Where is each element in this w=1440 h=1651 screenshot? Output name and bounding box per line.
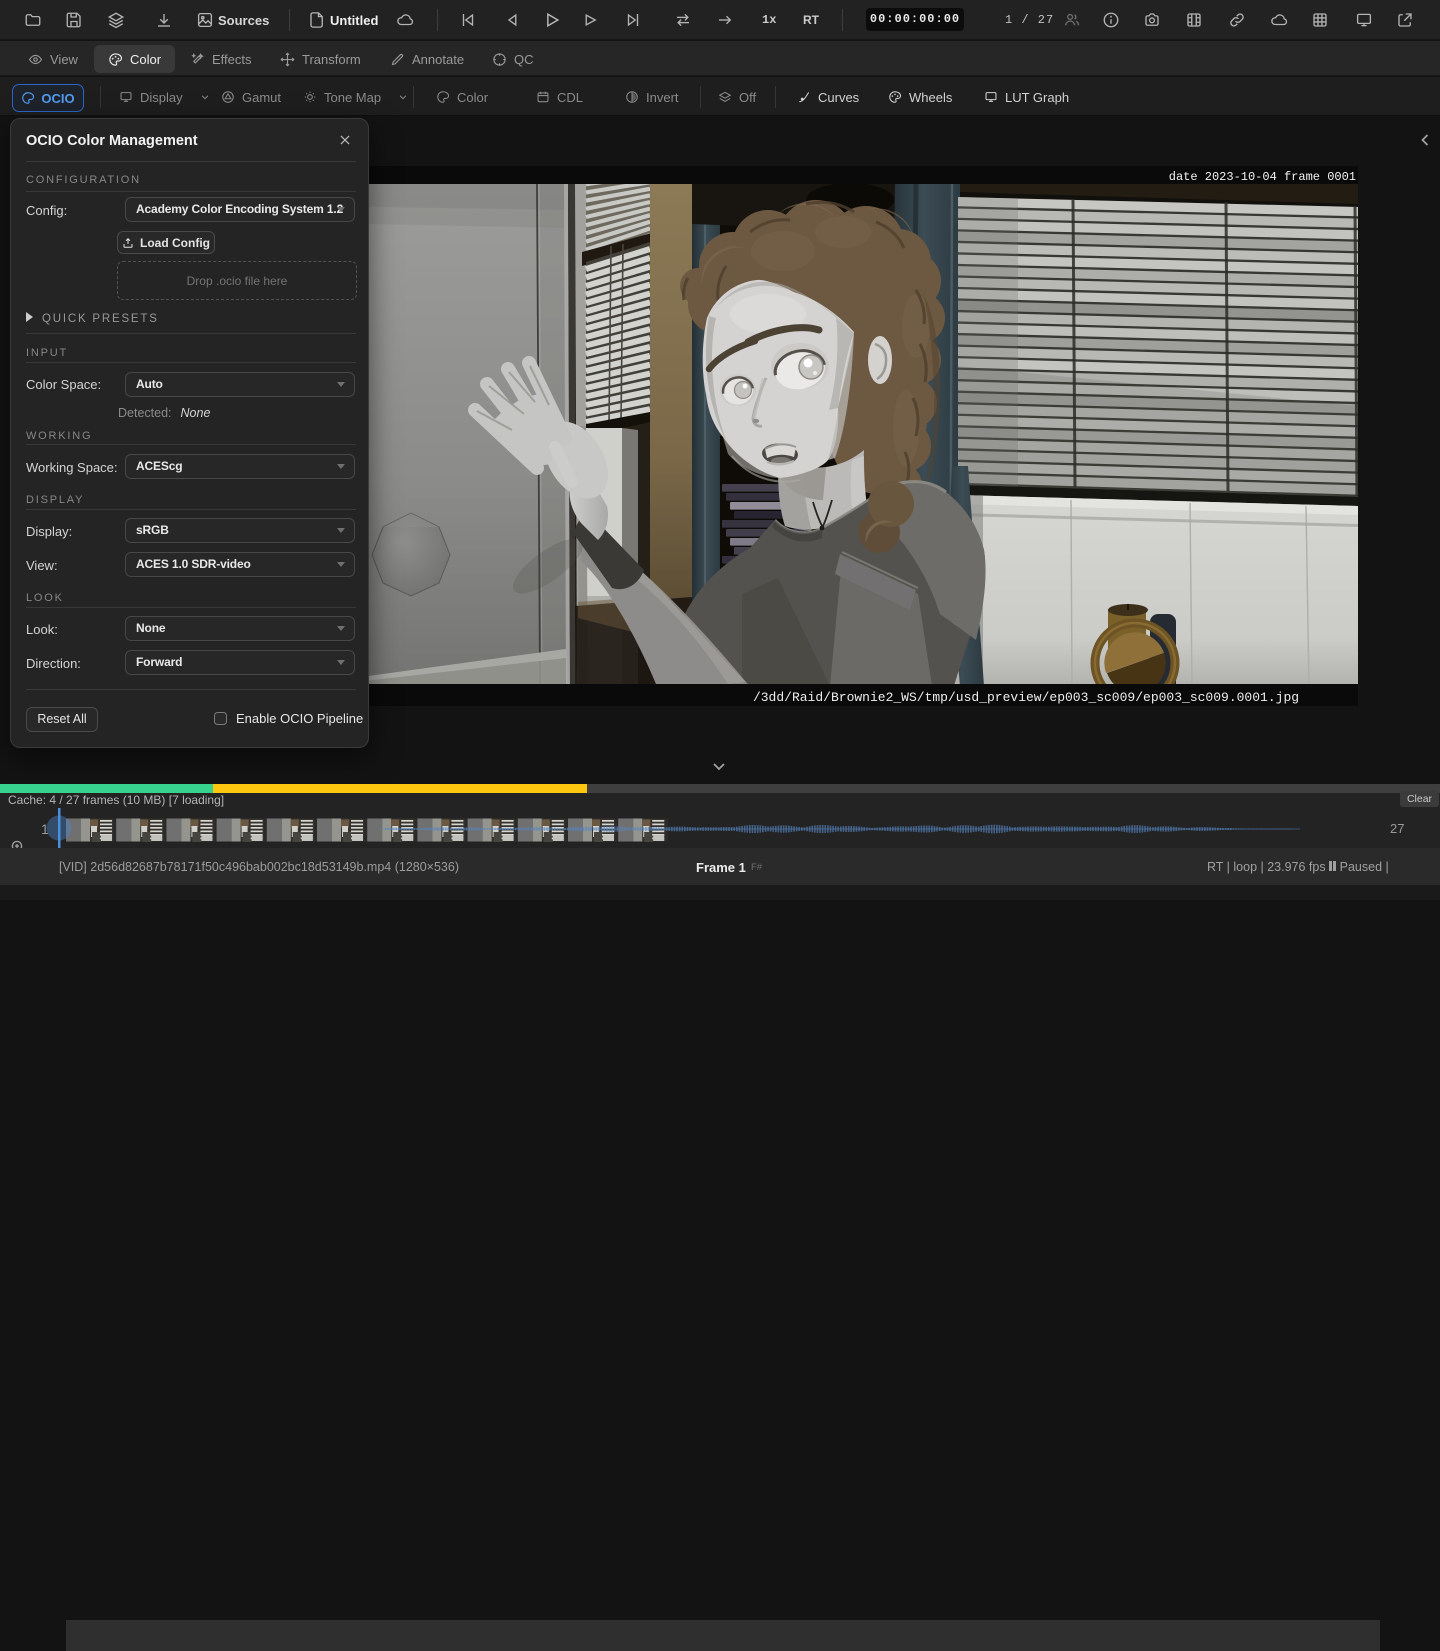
svg-text:/3dd/Raid/Brownie2_WS/tmp/usd_: /3dd/Raid/Brownie2_WS/tmp/usd_preview/ep… [753,690,1299,705]
svg-text:date 2023-10-04 frame 0001: date 2023-10-04 frame 0001 [1169,170,1356,184]
svg-text:27: 27 [1390,821,1404,836]
